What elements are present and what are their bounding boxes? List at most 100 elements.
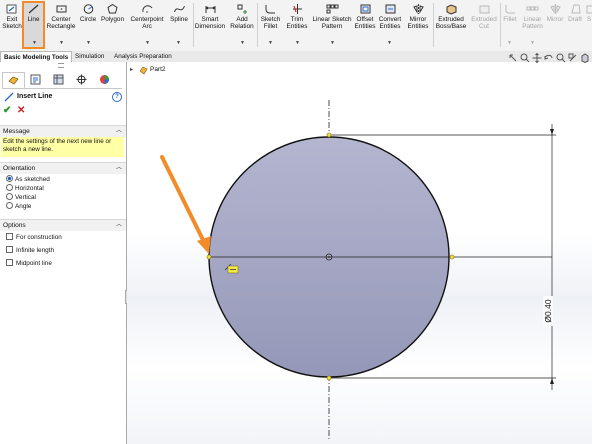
manager-tabs: [2, 72, 122, 89]
feature-fillet-dropdown-icon[interactable]: ▼: [507, 40, 512, 46]
spline-button[interactable]: Spline: [168, 3, 190, 23]
center-rectangle-button[interactable]: Center Rectangle: [46, 3, 76, 30]
smart-dimension-button[interactable]: Smart Dimension: [194, 3, 226, 30]
collapse-chevron-icon[interactable]: ︿: [116, 163, 122, 174]
mirror-feature-button[interactable]: Mirror: [545, 3, 565, 23]
exit-sketch-icon: [6, 4, 16, 14]
extruded-boss-base-button[interactable]: Extruded Boss/Base: [434, 3, 468, 30]
linear-pattern-button[interactable]: Linear Pattern: [520, 3, 545, 30]
ok-check-button[interactable]: ✔: [3, 106, 11, 116]
dimension-arrow-top: [550, 129, 554, 135]
rectangle-dropdown-icon[interactable]: ▼: [59, 40, 64, 46]
circle-icon: [83, 4, 93, 14]
command-title: Insert Line: [17, 93, 53, 100]
options-section-header[interactable]: Options ︿: [0, 219, 126, 231]
sketch-fillet-button[interactable]: Sketch Fillet: [258, 3, 283, 30]
property-manager-panel: Insert Line ? ✔ ✕ Message ︿ Edit the set…: [0, 62, 127, 444]
cancel-x-button[interactable]: ✕: [17, 106, 25, 116]
collapse-chevron-icon[interactable]: ︿: [116, 220, 122, 231]
checkbox-midpoint-line[interactable]: Midpoint line: [6, 259, 52, 268]
circle-button[interactable]: Circle: [78, 3, 98, 23]
add-relation-button[interactable]: Add Relation: [227, 3, 257, 30]
relation-dropdown-icon[interactable]: ▼: [240, 40, 245, 46]
quadrant-point-left[interactable]: [206, 254, 212, 260]
configuration-manager-icon: [53, 74, 64, 85]
dimxpert-icon: [76, 74, 87, 85]
radio-icon: [6, 202, 13, 209]
feature-manager-icon: [8, 76, 19, 85]
linear-sketch-pattern-button[interactable]: Linear Sketch Pattern: [311, 3, 353, 30]
quadrant-point-right[interactable]: [449, 254, 455, 260]
checkbox-infinite-length[interactable]: Infinite length: [6, 246, 54, 255]
line-dropdown-icon[interactable]: ▼: [32, 40, 37, 46]
convert-dropdown-icon[interactable]: ▼: [387, 40, 392, 46]
sketch-svg: [160, 100, 556, 440]
arc-icon: [141, 5, 152, 13]
line-icon: [28, 4, 39, 14]
mirror-entities-button[interactable]: Mirror Entities: [405, 3, 431, 30]
radio-as-sketched[interactable]: As sketched: [6, 175, 50, 184]
extruded-cut-icon: [479, 5, 489, 14]
exit-sketch-button[interactable]: Exit Sketch: [2, 3, 22, 30]
shell-button[interactable]: S: [585, 3, 592, 23]
spline-icon: [173, 5, 185, 13]
fillet-icon: [265, 5, 275, 14]
tab-dimxpert-manager[interactable]: [71, 72, 92, 87]
insert-line-icon: [4, 92, 14, 102]
feature-fillet-icon: [505, 5, 515, 14]
pattern-dropdown-icon[interactable]: ▼: [330, 40, 335, 46]
shell-icon: [586, 5, 592, 14]
message-section-header[interactable]: Message ︿: [0, 125, 126, 137]
draft-icon: [570, 4, 581, 14]
radio-icon: [6, 184, 13, 191]
fillet-button[interactable]: Fillet: [501, 3, 519, 23]
tab-display-manager[interactable]: [94, 72, 115, 87]
orientation-section-header[interactable]: Orientation ︿: [0, 162, 126, 174]
panel-grip-icon[interactable]: [58, 63, 64, 68]
checkbox-icon: [6, 259, 13, 266]
annotation-arrow: [160, 155, 207, 246]
radio-selected-icon: [6, 175, 13, 182]
annotation-arrowhead: [197, 236, 211, 254]
center-point-dot: [328, 256, 330, 258]
quadrant-point-bottom[interactable]: [326, 375, 332, 381]
collapse-chevron-icon[interactable]: ︿: [116, 126, 122, 137]
tab-simulation[interactable]: Simulation: [72, 51, 107, 62]
tab-configuration-manager[interactable]: [48, 72, 69, 87]
polygon-button[interactable]: Polygon: [99, 3, 126, 23]
spline-dropdown-icon[interactable]: ▼: [176, 40, 181, 46]
centerpoint-arc-button[interactable]: Centerpoint Arc: [127, 3, 167, 30]
property-manager-icon: [30, 74, 41, 85]
tab-analysis-preparation[interactable]: Analysis Preparation: [111, 51, 175, 62]
checkbox-for-construction[interactable]: For construction: [6, 233, 62, 242]
radio-angle[interactable]: Angle: [6, 202, 31, 211]
fillet-dropdown-icon[interactable]: ▼: [268, 40, 273, 46]
trim-icon: [292, 4, 302, 14]
polygon-icon: [107, 3, 118, 14]
radio-horizontal[interactable]: Horizontal: [6, 184, 44, 193]
convert-icon: [385, 4, 395, 14]
checkbox-icon: [6, 246, 13, 253]
diameter-dimension-label[interactable]: Ø0.40: [543, 296, 553, 326]
arc-dropdown-icon[interactable]: ▼: [145, 40, 150, 46]
feature-mirror-icon: [549, 4, 561, 14]
feature-pattern-icon: [526, 6, 539, 11]
draft-button[interactable]: Draft: [566, 3, 584, 23]
tab-property-manager[interactable]: [25, 72, 46, 87]
extruded-cut-button[interactable]: Extruded Cut: [469, 3, 499, 30]
trim-entities-button[interactable]: Trim Entities: [284, 3, 310, 30]
tab-feature-manager[interactable]: [2, 72, 25, 88]
relation-icon: [237, 4, 247, 14]
rectangle-icon: [56, 5, 66, 13]
trim-dropdown-icon[interactable]: ▼: [295, 40, 300, 46]
feature-pattern-dropdown-icon[interactable]: ▼: [530, 40, 535, 46]
help-icon[interactable]: ?: [112, 92, 122, 102]
line-button[interactable]: Line: [23, 3, 44, 23]
quadrant-point-top[interactable]: [326, 132, 332, 138]
circle-dropdown-icon[interactable]: ▼: [86, 40, 91, 46]
convert-entities-button[interactable]: Convert Entities: [377, 3, 403, 30]
offset-entities-button[interactable]: Offset Entities: [354, 3, 376, 30]
radio-vertical[interactable]: Vertical: [6, 193, 36, 202]
display-manager-icon: [100, 75, 109, 84]
extrude-icon: [446, 4, 456, 15]
